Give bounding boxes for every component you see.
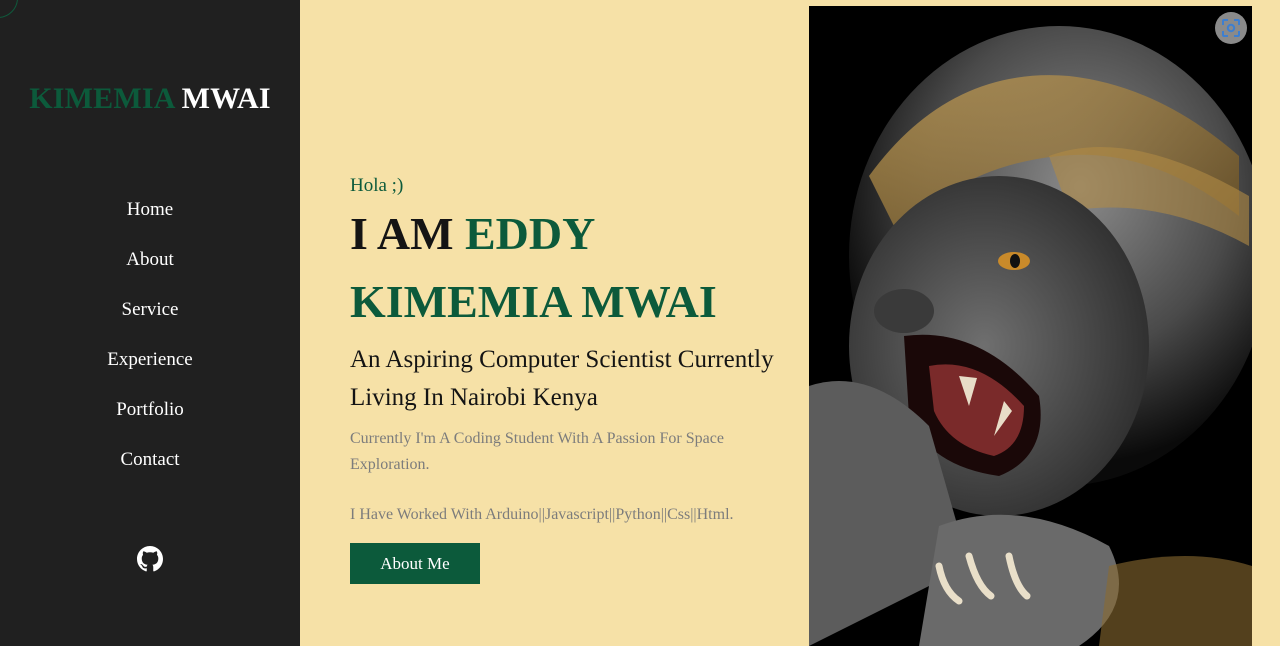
nav-about[interactable]: About [126,246,174,274]
headline-prefix: I AM [350,208,454,259]
corner-decoration [0,0,18,18]
logo-first-name: KIMEMIA [29,82,174,115]
site-logo[interactable]: KIMEMIA MWAI [0,82,300,116]
nav-portfolio[interactable]: Portfolio [116,396,184,424]
hero-headline: I AM EDDY KIMEMIA MWAI [350,200,790,336]
hero-lion-image [809,6,1252,646]
main-nav: Home About Service Experience Portfolio … [0,196,300,496]
about-me-button[interactable]: About Me [350,543,480,584]
hero-skills: I Have Worked With Arduino||Javascript||… [350,506,734,523]
hero-greeting: Hola ;) [350,175,404,196]
nav-experience[interactable]: Experience [107,346,192,374]
hero-description: Currently I'm A Coding Student With A Pa… [350,430,724,473]
image-search-icon[interactable] [1215,12,1247,44]
nav-home[interactable]: Home [127,196,173,224]
github-icon[interactable] [137,546,163,572]
logo-last-name: MWAI [181,82,271,115]
nav-contact[interactable]: Contact [120,446,179,474]
sidebar: KIMEMIA MWAI Home About Service Experien… [0,0,300,646]
hero-subtitle: An Aspiring Computer Scientist Currently… [350,346,774,411]
nav-service[interactable]: Service [122,296,179,324]
